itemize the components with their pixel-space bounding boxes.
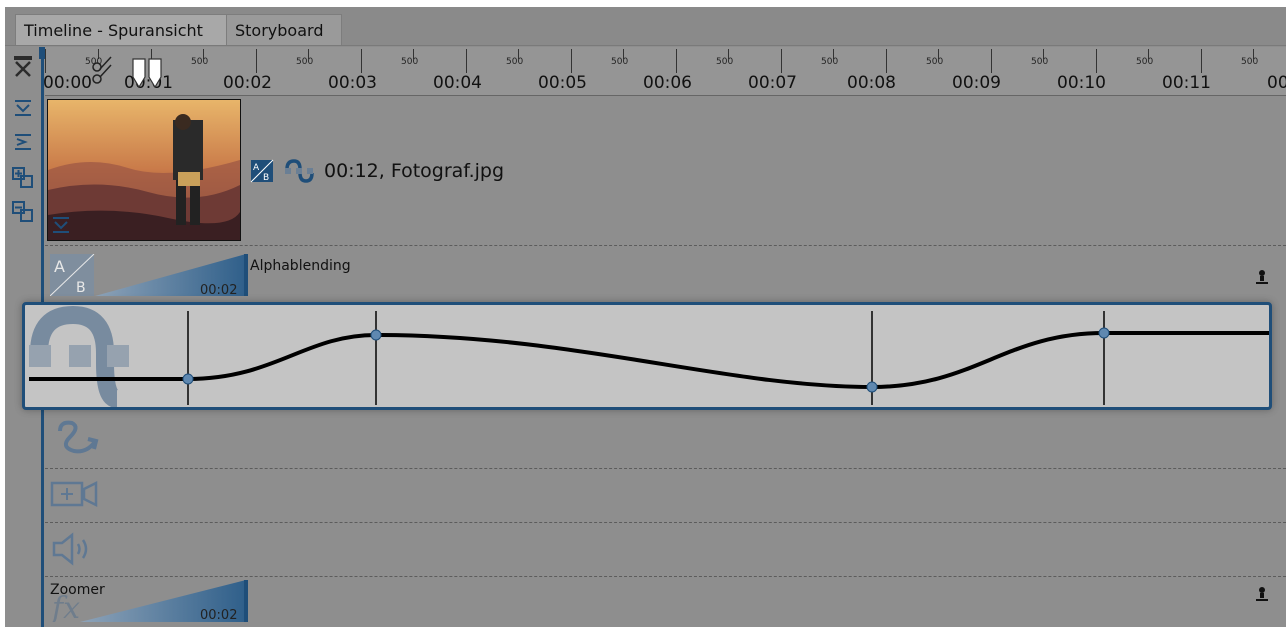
fit-width-icon[interactable] [9,53,37,79]
clip-info-text: 00:12, Fotograf.jpg [324,160,505,182]
camera-pan-icon[interactable] [50,479,100,509]
ruler-label: 00:08 [847,73,896,93]
person-icon[interactable] [1256,586,1268,602]
ruler-sub-label: 500 [506,57,524,67]
curve-editor-panel[interactable] [22,302,1272,410]
ruler-tick [571,49,572,73]
ruler-tick [466,49,467,73]
svg-text:B: B [263,173,269,183]
ruler-tick [886,49,887,73]
collapse-tracks-icon[interactable] [9,95,37,121]
scissors-marker-icon[interactable] [75,47,215,95]
ruler-sub-label: 500 [401,57,419,67]
person-icon[interactable] [1256,269,1268,285]
ruler-tick [781,49,782,73]
zoomer-label: Zoomer [50,582,105,598]
ruler-tick [361,49,362,73]
ruler-sub-label: 500 [716,57,734,67]
ruler-tick [1201,49,1202,73]
ruler-sub-label: 500 [1241,57,1259,67]
track-divider [45,576,1286,577]
collapse-clip-icon[interactable] [47,212,75,238]
ruler-tick [1096,49,1097,73]
clip-info: A B 00:12, Fotograf.jpg [250,159,504,183]
track-divider [45,522,1286,523]
tab-bar: Timeline - Spuransicht Storyboard [5,7,1286,46]
ruler-tick [45,49,46,73]
ruler-label: 00:06 [643,73,692,93]
remove-track-icon[interactable] [9,199,37,225]
zoomer-time: 00:02 [200,608,238,623]
ruler-label: 00:02 [223,73,272,93]
ruler-sub-label: 500 [1136,57,1154,67]
timeline-app: Timeline - Spuransicht Storyboard 00:00 … [5,7,1286,627]
ruler-label: 00:11 [1162,73,1211,93]
ruler-label: 00:05 [538,73,587,93]
path-curve-icon[interactable] [50,417,110,457]
ruler-sub-label: 500 [611,57,629,67]
ruler-label: 00:09 [952,73,1001,93]
svg-text:B: B [76,280,86,296]
ruler-tick [256,49,257,73]
alphablending-time: 00:02 [200,283,238,298]
alpha-blend-icon: A B [250,159,274,183]
ruler-tick [991,49,992,73]
svg-text:A: A [54,257,65,276]
wave-curve-large-icon [29,305,129,407]
track-divider [45,245,1286,246]
ruler-tick [676,49,677,73]
ruler-label: 00:03 [328,73,377,93]
add-track-icon[interactable] [9,165,37,191]
tab-timeline-spuransicht[interactable]: Timeline - Spuransicht [15,14,227,45]
ruler-label: 00:10 [1057,73,1106,93]
expand-tracks-icon[interactable] [9,129,37,155]
tab-storyboard[interactable]: Storyboard [227,14,342,45]
ruler-label: 00:04 [433,73,482,93]
ruler-label: 00 [1267,73,1286,93]
alphablending-label: Alphablending [250,258,351,274]
ruler-sub-label: 500 [821,57,839,67]
volume-icon[interactable] [50,532,100,566]
ruler-sub-label: 500 [296,57,314,67]
svg-text:A: A [253,163,260,173]
time-ruler[interactable]: 00:00 500 00:01 500 500 500 500 500 500 … [43,47,1286,96]
wave-curve-icon [285,159,314,183]
ruler-sub-label: 500 [926,57,944,67]
ruler-label: 00:07 [748,73,797,93]
clip-thumbnail[interactable] [47,99,241,241]
ruler-sub-label: 500 [1031,57,1049,67]
track-divider [45,468,1286,469]
